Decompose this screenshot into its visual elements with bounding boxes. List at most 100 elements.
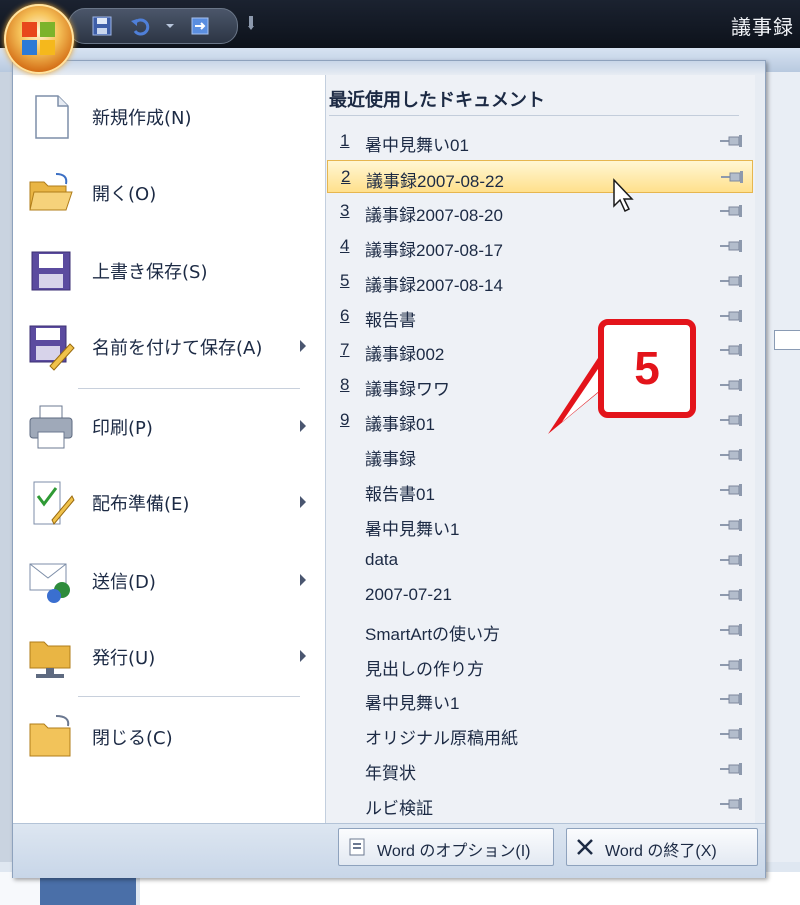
undo-icon[interactable] [129,15,151,37]
recent-document-number: 1 [340,131,350,150]
recent-title-divider [329,115,739,116]
submenu-arrow-icon [300,420,306,432]
send-icon [29,563,70,603]
pin-icon[interactable] [719,449,745,461]
menu-separator [78,696,300,697]
pin-icon[interactable] [719,798,745,810]
recent-document-item[interactable]: 議事録 [327,439,753,472]
ruler [774,330,800,350]
recent-document-item[interactable]: 4 議事録2007-08-17 [327,230,753,263]
pin-icon[interactable] [719,310,745,322]
print-icon [29,405,73,449]
save-icon [31,251,71,291]
save-icon[interactable] [91,15,113,37]
save-as-icon [29,325,75,371]
menu-item-new[interactable]: 新規作成(N) [12,80,324,154]
submenu-arrow-icon [300,574,306,586]
publish-icon [29,641,71,678]
pin-icon[interactable] [719,379,745,391]
recent-document-number: 9 [340,410,350,429]
recent-document-name: オリジナル原稿用紙 [365,729,518,748]
pin-icon[interactable] [719,589,745,601]
submenu-arrow-icon [300,650,306,662]
recent-document-number: 7 [340,340,350,359]
close-folder-icon [29,715,71,757]
pin-icon[interactable] [719,659,745,671]
pin-icon[interactable] [719,484,745,496]
recent-document-item[interactable]: 1 暑中見舞い01 [327,125,753,158]
recent-document-name: 暑中見舞い1 [365,694,460,713]
menu-item-close[interactable]: 閉じる(C) [12,700,324,774]
pin-icon[interactable] [719,624,745,636]
menu-item-label: 印刷(P) [92,418,153,439]
pin-icon[interactable] [719,414,745,426]
recent-document-item[interactable]: オリジナル原稿用紙 [327,718,753,751]
submenu-arrow-icon [300,340,306,352]
recent-document-item[interactable]: data [327,544,753,577]
recent-document-name: 議事録ワワ [365,380,450,399]
pin-icon[interactable] [719,240,745,252]
recent-document-item[interactable]: 暑中見舞い1 [327,509,753,542]
recent-document-item[interactable]: SmartArtの使い方 [327,614,753,647]
recent-document-item[interactable]: 暑中見舞い1 [327,683,753,716]
recent-document-name: 暑中見舞い01 [365,136,469,155]
menu-item-save-as[interactable]: 名前を付けて保存(A) [12,310,324,384]
recent-document-item[interactable]: 3 議事録2007-08-20 [327,195,753,228]
recent-document-name: 議事録01 [365,415,435,434]
pin-icon[interactable] [719,728,745,740]
word-exit-button[interactable]: Word の終了(X) [566,828,758,866]
menu-item-publish[interactable]: 発行(U) [12,620,324,694]
recent-document-item[interactable]: 見出しの作り方 [327,649,753,682]
recent-document-item[interactable]: ルビ検証 [327,788,753,821]
pin-icon[interactable] [719,519,745,531]
menu-item-label: 配布準備(E) [92,494,190,515]
menu-item-open[interactable]: 開く(O) [12,156,324,230]
recent-document-name: 暑中見舞い1 [365,520,460,539]
recent-document-number: 8 [340,375,350,394]
menu-item-save[interactable]: 上書き保存(S) [12,234,324,308]
document-area [765,72,800,905]
recent-document-item[interactable]: 2007-07-21 [327,579,753,612]
pin-icon[interactable] [719,763,745,775]
pin-icon[interactable] [719,693,745,705]
pin-icon[interactable] [719,554,745,566]
window-title: 議事録 [731,15,794,39]
pin-icon[interactable] [719,205,745,217]
recent-document-name: 報告書01 [365,485,435,504]
pin-icon[interactable] [719,275,745,287]
recent-document-name: data [365,550,399,569]
recent-document-item[interactable]: 年賀状 [327,753,753,786]
redo-icon[interactable] [189,15,211,37]
callout-number: 5 [634,342,660,394]
menu-item-prepare[interactable]: 配布準備(E) [12,466,324,540]
recent-document-item[interactable]: 報告書01 [327,474,753,507]
recent-documents-title: 最近使用したドキュメント [329,90,545,111]
recent-document-name: 年賀状 [365,764,416,783]
menu-item-print[interactable]: 印刷(P) [12,390,324,464]
chevron-down-icon[interactable] [159,15,181,37]
menu-item-label: 発行(U) [92,648,156,669]
word-exit-label: Word の終了(X) [605,843,717,860]
open-folder-icon [29,173,73,211]
recent-document-name: 議事録2007-08-17 [365,241,503,260]
recent-document-name: 議事録2007-08-22 [366,172,504,191]
menu-item-label: 送信(D) [92,572,156,593]
pin-icon[interactable] [719,344,745,356]
menu-item-send[interactable]: 送信(D) [12,544,324,618]
title-bar: 議事録 [0,0,800,48]
pin-icon[interactable] [720,171,746,183]
recent-document-number: 4 [340,236,350,255]
menu-item-label: 名前を付けて保存(A) [92,338,263,359]
office-button[interactable] [4,4,74,74]
pin-icon[interactable] [719,135,745,147]
submenu-arrow-icon [300,496,306,508]
word-options-label: Word のオプション(I) [377,843,531,860]
recent-document-item[interactable]: 5 議事録2007-08-14 [327,265,753,298]
recent-document-name: ルビ検証 [365,799,433,818]
word-options-button[interactable]: Word のオプション(I) [338,828,554,866]
menu-item-label: 閉じる(C) [92,728,173,749]
menu-item-label: 新規作成(N) [92,108,192,129]
recent-document-name: SmartArtの使い方 [365,625,501,644]
customize-qat-icon[interactable] [246,14,256,32]
recent-document-item[interactable]: 2 議事録2007-08-22 [327,160,753,193]
